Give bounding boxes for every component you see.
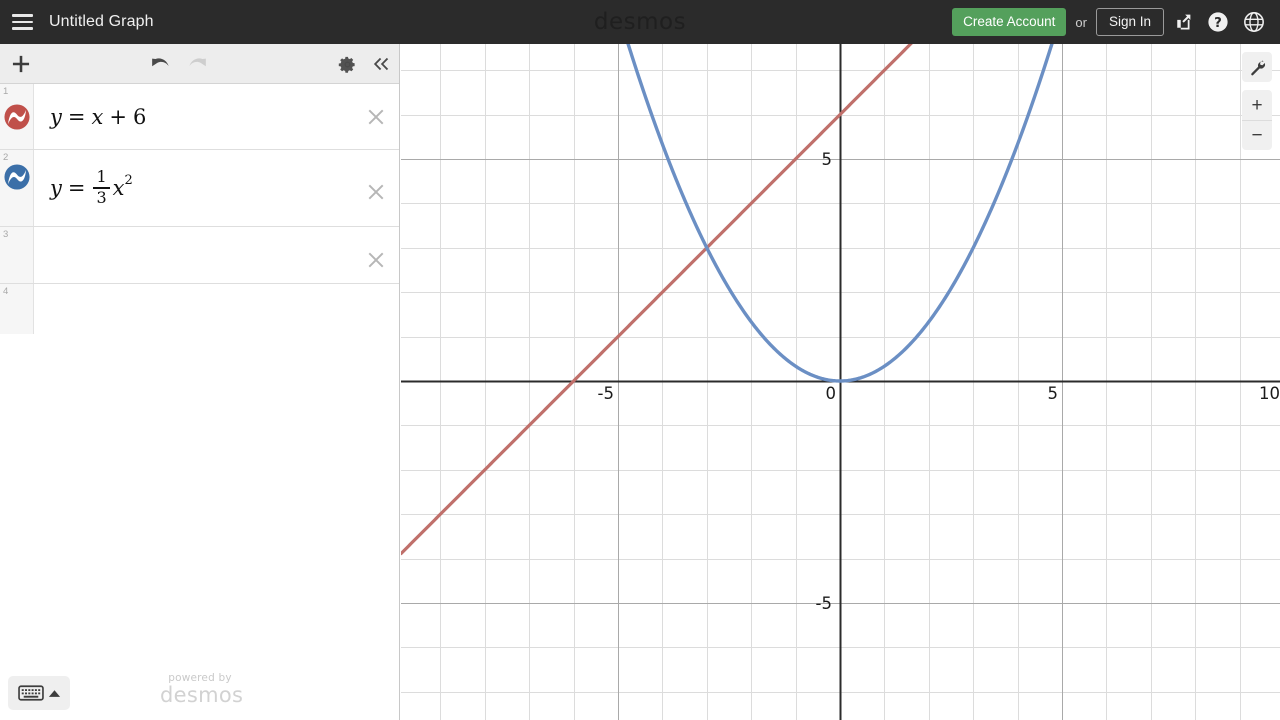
desmos-calculator-app: Untitled Graph desmos Create Account or … — [0, 0, 1280, 720]
math-exponent: 2 — [124, 172, 133, 188]
share-icon[interactable] — [1164, 0, 1200, 44]
x-tick-label: 0 — [826, 384, 837, 403]
expression-gutter: 1 — [0, 84, 34, 149]
math-operator: + — [109, 104, 127, 129]
expression-panel: 1 y = x + 6 2 y = 1 3 x 2 3 4 powered by… — [0, 44, 400, 720]
help-question-icon[interactable]: ? — [1200, 0, 1236, 44]
fraction-numerator: 1 — [96, 167, 107, 187]
caret-up-icon — [48, 689, 60, 697]
or-label: or — [1075, 14, 1087, 30]
y-tick-label: 5 — [822, 150, 833, 169]
globe-icon[interactable] — [1236, 0, 1272, 44]
toolbar-right-group — [338, 44, 391, 84]
hamburger-bar — [11, 14, 33, 17]
keyboard-toggle-button[interactable] — [8, 676, 70, 710]
sign-in-button[interactable]: Sign In — [1095, 8, 1164, 36]
header-actions: Create Account or Sign In ? — [952, 0, 1272, 44]
double-chevron-left-icon[interactable] — [371, 55, 391, 73]
create-account-button[interactable]: Create Account — [952, 8, 1067, 36]
expression-index: 1 — [3, 86, 9, 97]
expression-body[interactable] — [34, 227, 399, 283]
expression-math-2: y = 1 3 x 2 — [50, 169, 133, 206]
expression-row-1[interactable]: 1 y = x + 6 — [0, 84, 399, 150]
gear-icon[interactable] — [338, 55, 357, 74]
graph-plot: -5 0 5 10 5 -5 — [401, 44, 1280, 720]
x-tick-label: 10 — [1259, 384, 1280, 403]
powered-by-watermark: powered by desmos — [160, 671, 244, 707]
close-x-icon[interactable] — [365, 181, 387, 203]
x-tick-label: -5 — [598, 384, 614, 403]
expression-body[interactable]: y = 1 3 x 2 — [34, 150, 399, 226]
graph-control-buttons: + − — [1242, 52, 1272, 150]
expression-row-4[interactable]: 4 — [0, 284, 399, 334]
hamburger-bar — [11, 27, 33, 30]
math-variable: x — [91, 104, 104, 129]
curve-circle-icon[interactable] — [3, 164, 30, 191]
hamburger-bar — [11, 20, 33, 24]
expression-index: 2 — [3, 152, 9, 163]
svg-text:?: ? — [1214, 16, 1222, 31]
undo-arrow-icon[interactable] — [148, 55, 172, 73]
zoom-button-group: + − — [1242, 90, 1272, 150]
redo-arrow-icon[interactable] — [186, 55, 210, 73]
math-lhs: y — [50, 176, 62, 200]
graph-canvas[interactable]: -5 0 5 10 5 -5 + − — [401, 44, 1280, 720]
app-header: Untitled Graph desmos Create Account or … — [0, 0, 1280, 44]
expression-list: 1 y = x + 6 2 y = 1 3 x 2 3 4 — [0, 84, 399, 334]
plus-icon[interactable] — [0, 44, 42, 84]
plus-icon: + — [1251, 94, 1263, 116]
zoom-in-button[interactable]: + — [1242, 90, 1272, 120]
watermark-line2: desmos — [160, 682, 244, 707]
wrench-icon[interactable] — [1242, 52, 1272, 82]
math-lhs: y — [50, 104, 62, 129]
expression-gutter: 2 — [0, 150, 34, 226]
keyboard-icon — [17, 685, 44, 701]
math-equals: = — [67, 104, 86, 129]
minus-icon: − — [1251, 125, 1263, 146]
graph-title[interactable]: Untitled Graph — [49, 13, 154, 31]
expression-index: 3 — [3, 229, 9, 240]
expression-gutter: 4 — [0, 284, 34, 334]
close-x-icon[interactable] — [365, 106, 387, 128]
expression-toolbar — [0, 44, 399, 84]
math-fraction: 1 3 — [93, 167, 110, 207]
expression-math-1: y = x + 6 — [50, 105, 146, 129]
fraction-denominator: 3 — [96, 187, 107, 207]
undo-redo-group — [148, 44, 210, 84]
watermark-line1: powered by — [168, 671, 232, 684]
expression-row-3[interactable]: 3 — [0, 227, 399, 284]
expression-body[interactable] — [34, 284, 399, 334]
y-tick-label: -5 — [816, 594, 832, 613]
close-x-icon[interactable] — [365, 249, 387, 271]
hamburger-icon[interactable] — [0, 0, 44, 44]
math-equals: = — [67, 176, 86, 200]
expression-row-2[interactable]: 2 y = 1 3 x 2 — [0, 150, 399, 227]
expression-index: 4 — [3, 286, 9, 297]
zoom-out-button[interactable]: − — [1242, 120, 1272, 150]
curve-circle-icon[interactable] — [3, 103, 30, 130]
expression-body[interactable]: y = x + 6 — [34, 84, 399, 149]
x-tick-label: 5 — [1048, 384, 1059, 403]
expression-gutter: 3 — [0, 227, 34, 283]
math-constant: 6 — [132, 104, 147, 129]
math-variable: x — [112, 176, 125, 200]
